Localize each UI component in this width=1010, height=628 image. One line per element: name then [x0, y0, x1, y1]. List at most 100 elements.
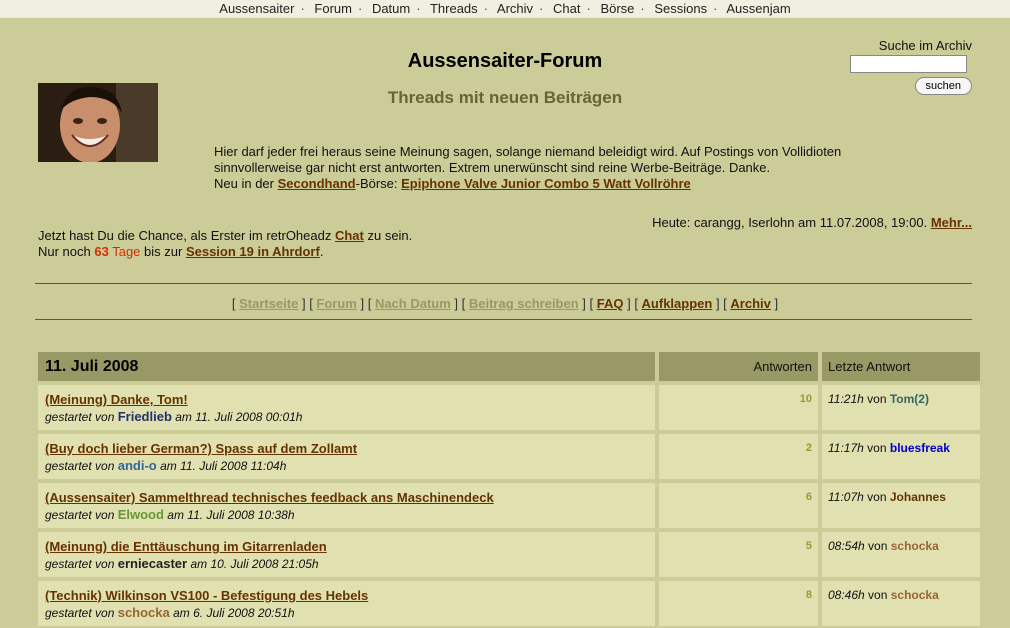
thread-title-link[interactable]: (Meinung) die Enttäuschung im Gitarrenla…: [45, 539, 327, 554]
divider: [35, 283, 972, 284]
top-navigation: Aussensaiter · Forum · Datum · Threads · Arc…: [0, 0, 1010, 18]
forum-navbar: [ Startseite ] [ Forum ] [ Nach Datum ] …: [231, 296, 779, 311]
thread-author[interactable]: erniecaster: [118, 556, 187, 571]
started-by-label: gestartet von: [45, 459, 115, 473]
topnav-separator: ·: [483, 1, 489, 16]
last-reply-user[interactable]: Tom(2): [890, 392, 929, 406]
on-label: am: [160, 459, 177, 473]
thread-cell: (Aussensaiter) Sammelthread technisches …: [38, 483, 655, 528]
archive-search: Suche im Archiv suchen: [850, 38, 972, 95]
thread-author[interactable]: Friedlieb: [118, 409, 172, 424]
days-count: 63: [94, 244, 109, 259]
topnav-sessions[interactable]: Sessions: [654, 1, 707, 16]
thread-title-link[interactable]: (Buy doch lieber German?) Spass auf dem …: [45, 441, 357, 456]
topnav-aussensaiter[interactable]: Aussensaiter: [219, 1, 294, 16]
thread-started-info: gestartet von erniecaster am 10. Juli 20…: [45, 556, 655, 571]
thread-author[interactable]: andi-o: [118, 458, 157, 473]
last-reply-time: 11:07h: [828, 490, 864, 504]
thread-started-info: gestartet von Friedlieb am 11. Juli 2008…: [45, 409, 655, 424]
table-row: (Meinung) die Enttäuschung im Gitarrenla…: [38, 532, 980, 577]
thread-cell: (Buy doch lieber German?) Spass auf dem …: [38, 434, 655, 479]
chat-session-info: Jetzt hast Du die Chance, als Erster im …: [38, 228, 412, 260]
date-heading: 11. Juli 2008: [38, 352, 655, 381]
secondhand-item-link[interactable]: Epiphone Valve Junior Combo 5 Watt Vollr…: [401, 176, 691, 191]
secondhand-link[interactable]: Secondhand: [278, 176, 356, 191]
search-input[interactable]: [850, 55, 967, 73]
nav-beitrag-schreiben[interactable]: Beitrag schreiben: [469, 296, 579, 311]
thread-author[interactable]: schocka: [118, 605, 170, 620]
last-reply-user[interactable]: schocka: [891, 588, 939, 602]
thread-author[interactable]: Elwood: [118, 507, 164, 522]
days-label: Tage: [108, 244, 141, 259]
last-reply-time: 11:21h: [828, 392, 864, 406]
topnav-boerse[interactable]: Börse: [600, 1, 634, 16]
today-more-link[interactable]: Mehr...: [931, 215, 972, 230]
last-reply-cell: 11:21h von Tom(2): [822, 385, 980, 430]
thread-title-link[interactable]: (Meinung) Danke, Tom!: [45, 392, 188, 407]
topnav-separator: ·: [357, 1, 363, 16]
on-label: am: [175, 410, 192, 424]
last-reply-column-header: Letzte Antwort: [822, 352, 980, 381]
nav-startseite[interactable]: Startseite: [239, 296, 298, 311]
answers-count: 6: [659, 483, 818, 528]
last-reply-cell: 08:46h von schocka: [822, 581, 980, 626]
thread-cell: (Technik) Wilkinson VS100 - Befestigung …: [38, 581, 655, 626]
topnav-separator: ·: [586, 1, 591, 16]
topnav-aussenjam[interactable]: Aussenjam: [726, 1, 790, 16]
nav-forum[interactable]: Forum: [316, 296, 356, 311]
started-by-label: gestartet von: [45, 557, 115, 571]
thread-date: 6. Juli 2008 20:51h: [193, 606, 295, 620]
started-by-label: gestartet von: [45, 606, 115, 620]
topnav-archiv[interactable]: Archiv: [497, 1, 533, 16]
thread-started-info: gestartet von Elwood am 11. Juli 2008 10…: [45, 507, 655, 522]
thread-started-info: gestartet von andi-o am 11. Juli 2008 11…: [45, 458, 655, 473]
by-label: von: [867, 392, 887, 406]
thread-rows: (Meinung) Danke, Tom! gestartet von Fried…: [38, 385, 980, 626]
by-label: von: [867, 490, 887, 504]
topnav-separator: ·: [713, 1, 718, 16]
face-photo-icon: [38, 83, 158, 162]
avatar-photo: [38, 83, 158, 162]
topnav-chat[interactable]: Chat: [553, 1, 580, 16]
intro-text: Hier darf jeder frei heraus seine Meinun…: [214, 144, 894, 192]
thread-title-link[interactable]: (Technik) Wilkinson VS100 - Befestigung …: [45, 588, 368, 603]
last-reply-user[interactable]: bluesfreak: [890, 441, 950, 455]
topnav-separator: ·: [416, 1, 421, 16]
topnav-forum[interactable]: Forum: [314, 1, 352, 16]
started-by-label: gestartet von: [45, 410, 115, 424]
topnav-threads[interactable]: Threads: [430, 1, 478, 16]
table-row: (Technik) Wilkinson VS100 - Befestigung …: [38, 581, 980, 626]
today-info: Heute: carangg, Iserlohn am 11.07.2008, …: [652, 215, 972, 230]
table-row: (Buy doch lieber German?) Spass auf dem …: [38, 434, 980, 479]
chat-link[interactable]: Chat: [335, 228, 364, 243]
last-reply-cell: 08:54h von schocka: [822, 532, 980, 577]
intro-rules: Hier darf jeder frei heraus seine Meinun…: [214, 144, 842, 175]
on-label: am: [167, 508, 184, 522]
last-reply-cell: 11:17h von bluesfreak: [822, 434, 980, 479]
session-link[interactable]: Session 19 in Ahrdorf: [186, 244, 320, 259]
table-row: (Aussensaiter) Sammelthread technisches …: [38, 483, 980, 528]
nav-nach-datum[interactable]: Nach Datum: [375, 296, 451, 311]
nav-archiv[interactable]: Archiv: [730, 296, 770, 311]
last-reply-time: 11:17h: [828, 441, 864, 455]
table-row: (Meinung) Danke, Tom! gestartet von Fried…: [38, 385, 980, 430]
topnav-separator: ·: [300, 1, 305, 16]
answers-column-header: Antworten: [659, 352, 818, 381]
neu-mid: -Börse:: [355, 176, 402, 191]
topnav-datum[interactable]: Datum: [372, 1, 410, 16]
nav-faq[interactable]: FAQ: [597, 296, 624, 311]
last-reply-time: 08:46h: [828, 588, 865, 602]
thread-cell: (Meinung) Danke, Tom! gestartet von Fried…: [38, 385, 655, 430]
thread-title-link[interactable]: (Aussensaiter) Sammelthread technisches …: [45, 490, 494, 505]
search-button[interactable]: suchen: [914, 77, 972, 95]
table-header: 11. Juli 2008 Antworten Letzte Antwort: [38, 352, 980, 381]
divider: [35, 319, 972, 320]
last-reply-user[interactable]: schocka: [891, 539, 939, 553]
nav-aufklappen[interactable]: Aufklappen: [642, 296, 713, 311]
today-text: Heute: carangg, Iserlohn am 11.07.2008, …: [652, 215, 931, 230]
answers-count: 5: [659, 532, 818, 577]
on-label: am: [173, 606, 190, 620]
thread-table: 11. Juli 2008 Antworten Letzte Antwort (…: [38, 352, 980, 626]
last-reply-user[interactable]: Johannes: [890, 490, 946, 504]
search-label: Suche im Archiv: [878, 38, 972, 53]
